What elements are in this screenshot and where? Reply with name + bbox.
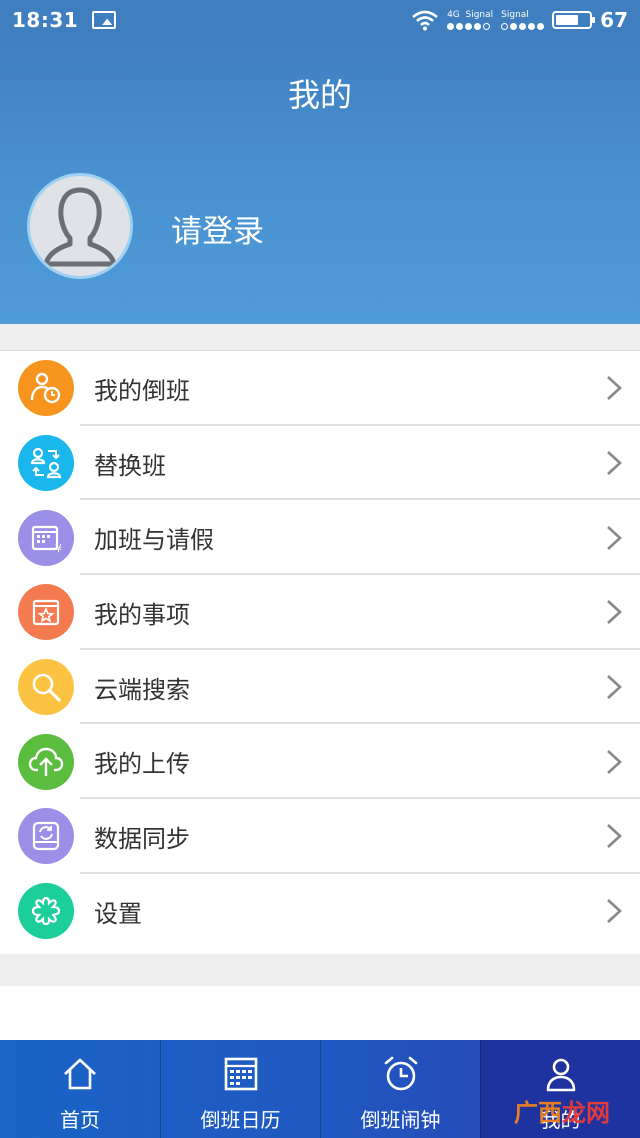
menu-item-my-uploads[interactable]: 我的上传 bbox=[0, 724, 640, 800]
status-bar: 18:31 4G Signal Signal 67 bbox=[0, 0, 640, 40]
signal-sim2: Signal bbox=[501, 9, 545, 30]
menu-item-swap-shift[interactable]: 替换班 bbox=[0, 425, 640, 501]
section-divider bbox=[0, 324, 640, 351]
tab-label: 倒班日历 bbox=[200, 1108, 281, 1132]
calendar-icon bbox=[224, 1057, 257, 1091]
chevron-right-icon bbox=[607, 824, 622, 849]
magnifier-icon bbox=[18, 659, 74, 716]
watermark-part1: 广西 bbox=[514, 1099, 562, 1127]
menu-item-settings[interactable]: 设置 bbox=[0, 873, 640, 949]
default-person-icon bbox=[43, 187, 117, 267]
chevron-right-icon bbox=[607, 376, 622, 401]
page-title: 我的 bbox=[287, 76, 352, 114]
gallery-notification-icon bbox=[92, 11, 117, 29]
watermark-part2: 龙网 bbox=[562, 1099, 610, 1127]
network-type: 4G bbox=[447, 9, 460, 20]
section-divider-bottom bbox=[0, 954, 640, 986]
profile-header: 我的 请登录 bbox=[0, 40, 640, 324]
cloud-upload-icon bbox=[18, 733, 74, 790]
chevron-right-icon bbox=[607, 749, 622, 774]
battery-level: 67 bbox=[600, 8, 628, 32]
menu-item-cloud-search[interactable]: 云端搜索 bbox=[0, 649, 640, 725]
menu-item-data-sync[interactable]: 数据同步 bbox=[0, 799, 640, 874]
menu-item-label: 我的倒班 bbox=[94, 376, 190, 405]
svg-text:¥: ¥ bbox=[55, 542, 62, 555]
gear-flower-icon bbox=[18, 883, 74, 940]
watermark: 广西龙网 bbox=[514, 1093, 610, 1128]
status-time: 18:31 bbox=[12, 8, 79, 32]
person-shift-icon bbox=[18, 360, 74, 417]
chevron-right-icon bbox=[607, 899, 622, 924]
battery-icon bbox=[552, 11, 596, 29]
menu-item-label: 我的上传 bbox=[94, 750, 190, 779]
chevron-right-icon bbox=[607, 451, 622, 475]
menu-item-my-shifts[interactable]: 我的倒班 bbox=[0, 351, 640, 426]
home-icon bbox=[64, 1058, 96, 1090]
menu-item-label: 我的事项 bbox=[94, 600, 190, 629]
signal-label-2: Signal bbox=[501, 9, 529, 20]
menu-item-label: 数据同步 bbox=[94, 824, 190, 853]
tab-home[interactable]: 首页 bbox=[0, 1040, 160, 1138]
menu-item-label: 加班与请假 bbox=[94, 526, 214, 555]
chevron-right-icon bbox=[607, 525, 622, 550]
calendar-star-icon bbox=[18, 584, 74, 641]
tab-label: 首页 bbox=[60, 1108, 100, 1132]
alarm-clock-icon bbox=[384, 1056, 417, 1091]
avatar[interactable] bbox=[27, 173, 133, 279]
menu-item-label: 云端搜索 bbox=[94, 675, 190, 704]
swap-people-icon bbox=[18, 435, 74, 492]
menu-item-my-tasks[interactable]: 我的事项 bbox=[0, 575, 640, 650]
sync-drive-icon bbox=[18, 808, 74, 865]
status-indicators: 4G Signal Signal 67 bbox=[411, 8, 628, 32]
tab-shift-calendar[interactable]: 倒班日历 bbox=[160, 1040, 320, 1138]
calendar-yen-icon: ¥ bbox=[18, 509, 74, 566]
signal-label-1: Signal bbox=[465, 9, 494, 20]
menu-item-label: 设置 bbox=[94, 899, 142, 928]
menu-item-overtime-leave[interactable]: ¥ 加班与请假 bbox=[0, 500, 640, 576]
menu-list: 我的倒班 替换班 ¥ 加班与请假 我的事项 云端搜索 我的上传 数据同步 设置 bbox=[0, 351, 640, 949]
signal-sim1: 4G Signal bbox=[447, 9, 494, 30]
login-prompt[interactable]: 请登录 bbox=[171, 206, 264, 251]
wifi-icon bbox=[412, 10, 438, 31]
person-icon bbox=[546, 1058, 575, 1092]
chevron-right-icon bbox=[607, 675, 622, 700]
menu-item-label: 替换班 bbox=[94, 451, 166, 480]
tab-label: 倒班闹钟 bbox=[360, 1108, 441, 1132]
tab-shift-alarm[interactable]: 倒班闹钟 bbox=[320, 1040, 480, 1138]
chevron-right-icon bbox=[607, 600, 622, 625]
